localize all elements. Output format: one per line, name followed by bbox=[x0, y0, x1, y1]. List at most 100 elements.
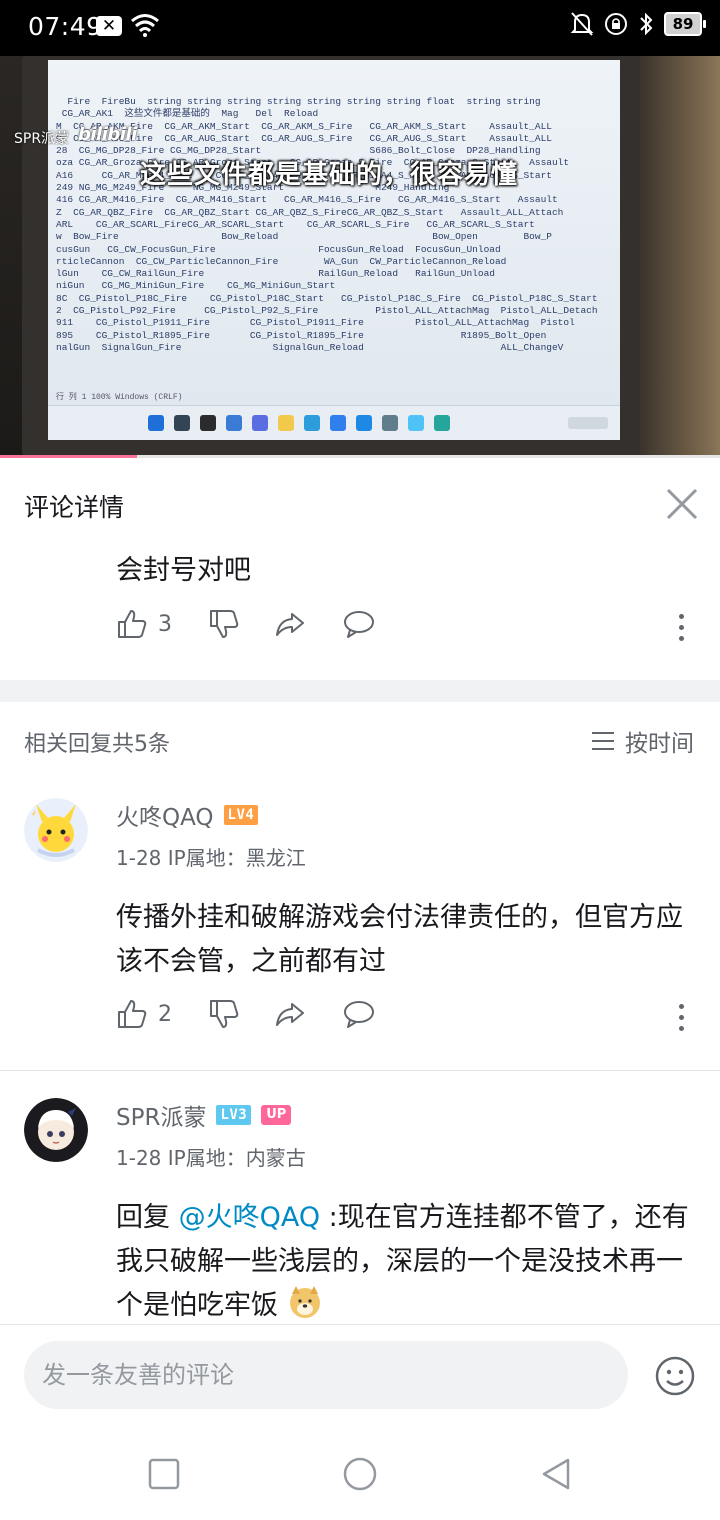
comment-icon bbox=[344, 1001, 374, 1028]
screen-text-line: G CG_AR_AUG_Fire CG_AR_AUG_Start CG_AR_A… bbox=[56, 132, 552, 144]
store-icon bbox=[330, 415, 346, 431]
emoji-icon[interactable] bbox=[654, 1355, 696, 1397]
pikachu-avatar-icon bbox=[24, 798, 88, 862]
screen-taskbar bbox=[48, 405, 620, 440]
clock-icon bbox=[568, 417, 608, 429]
wifi-icon bbox=[131, 14, 159, 37]
more-icon[interactable] bbox=[676, 1004, 686, 1032]
share-button[interactable] bbox=[274, 998, 306, 1030]
level-badge: LV3 bbox=[216, 1105, 252, 1125]
section-separator bbox=[0, 680, 720, 702]
root-comment-text: 会封号对吧 bbox=[116, 555, 251, 586]
reply-meta: 1-28 IP属地：黑龙江 bbox=[116, 842, 306, 871]
bilibili-logo: bilibili bbox=[78, 124, 137, 145]
page-title: 评论详情 bbox=[24, 493, 125, 522]
app-icon bbox=[408, 415, 424, 431]
replies-header: 相关回复共5条 按时间 bbox=[0, 702, 720, 778]
reply-date: 1-28 bbox=[116, 1146, 162, 1170]
reply-prefix: 回复 bbox=[116, 1202, 179, 1233]
username[interactable]: SPR派蒙 bbox=[116, 1098, 206, 1132]
dislike-button[interactable] bbox=[208, 608, 240, 640]
reply-button[interactable] bbox=[342, 998, 376, 1030]
screen-text-line: 895 CG_Pistol_R1895_Fire CG_Pistol_R1895… bbox=[56, 329, 547, 341]
screen-text-line: ARL CG_AR_SCARL_FireCG_AR_SCARL_Start CG… bbox=[56, 218, 535, 230]
close-icon[interactable] bbox=[664, 486, 700, 522]
screen-text-line: niGun CG_MG_MiniGun_Fire CG_MG_MiniGun_S… bbox=[56, 280, 336, 292]
like-button[interactable]: 3 bbox=[116, 608, 172, 640]
screen-text-line: cusGun CG_CW_FocusGun_Fire FocusGun_Relo… bbox=[56, 243, 501, 255]
back-icon[interactable] bbox=[538, 1456, 574, 1492]
app-icon bbox=[356, 415, 372, 431]
comment-composer: 发一条友善的评论 bbox=[0, 1324, 720, 1429]
comment-detail-header: 评论详情 bbox=[0, 458, 720, 549]
screen-text-line: Fire FireBu string string string string … bbox=[56, 96, 541, 107]
system-navigation-bar bbox=[0, 1428, 720, 1520]
status-time: 07:49 bbox=[28, 12, 103, 41]
like-count: 2 bbox=[158, 1001, 172, 1027]
avatar[interactable] bbox=[24, 1098, 88, 1162]
doge-emoji-icon bbox=[289, 1286, 320, 1318]
recent-apps-icon[interactable] bbox=[146, 1456, 182, 1492]
uploader-tag: SPR派蒙 bbox=[14, 131, 70, 147]
level-badge: LV4 bbox=[223, 805, 259, 825]
screen-text: Fire FireBu string string string string … bbox=[56, 96, 616, 354]
reply-text: 传播外挂和破解游戏会付法律责任的，但官方应该不会管，之前都有过 bbox=[116, 902, 683, 977]
root-comment: 会封号对吧 3 bbox=[0, 548, 720, 680]
sort-button[interactable]: 按时间 bbox=[591, 724, 694, 758]
reply-button[interactable] bbox=[342, 608, 376, 640]
mention-link[interactable]: @火咚QAQ bbox=[179, 1202, 321, 1233]
thumbs-up-icon bbox=[118, 1000, 147, 1028]
reply-ip: IP属地：内蒙古 bbox=[167, 1146, 306, 1170]
like-button[interactable]: 2 bbox=[116, 998, 172, 1030]
screen-text-line: 416 CG_AR_M416_Fire CG_AR_M416_Start CG_… bbox=[56, 194, 558, 206]
video-player[interactable]: Fire FireBu string string string string … bbox=[0, 56, 720, 458]
status-bar: 07:49 ✕ 89 bbox=[0, 0, 720, 56]
x-notification-icon: ✕ bbox=[96, 16, 122, 36]
comment-input[interactable]: 发一条友善的评论 bbox=[24, 1341, 628, 1409]
sort-icon bbox=[592, 732, 614, 750]
bell-muted-icon bbox=[570, 12, 594, 36]
screen-text-line: rticleCannon CG_CW_ParticleCannon_Fire W… bbox=[56, 255, 507, 267]
reply-date: 1-28 bbox=[116, 846, 162, 870]
monitor-screen: Fire FireBu string string string string … bbox=[48, 60, 620, 440]
taskview-icon bbox=[200, 415, 216, 431]
username[interactable]: 火咚QAQ bbox=[116, 798, 214, 832]
video-subtitle: 这些文件都是基础的，很容易懂 bbox=[140, 160, 519, 190]
divider bbox=[0, 1070, 720, 1071]
app-icon bbox=[434, 415, 450, 431]
edge-icon bbox=[304, 415, 320, 431]
screen-statusline: 行 列 1 100% Windows (CRLF) bbox=[56, 393, 183, 402]
screen-text-line: lGun CG_CW_RailGun_Fire RailGun_Reload R… bbox=[56, 268, 495, 280]
reply-item: 火咚QAQ LV4 1-28 IP属地：黑龙江 传播外挂和破解游戏会付法律责任的… bbox=[0, 798, 720, 1072]
reply-ip: IP属地：黑龙江 bbox=[167, 846, 306, 870]
up-badge: UP bbox=[261, 1105, 292, 1125]
battery-indicator: 89 bbox=[664, 12, 706, 36]
thumbs-up-icon bbox=[118, 610, 147, 638]
home-icon[interactable] bbox=[342, 1456, 378, 1492]
folder-icon bbox=[278, 415, 294, 431]
thumbs-down-icon bbox=[210, 610, 239, 638]
screen-text-line: 2 CG_Pistol_P92_Fire CG_Pistol_P92_S_Fir… bbox=[56, 305, 598, 317]
screen-text-line: 911 CG_Pistol_P1911_Fire CG_Pistol_P1911… bbox=[56, 317, 575, 329]
screen-text-line: Z CG_AR_QBZ_Fire CG_AR_QBZ_Start CG_AR_Q… bbox=[56, 206, 564, 218]
background-wall bbox=[640, 56, 720, 458]
share-button[interactable] bbox=[274, 608, 306, 640]
widgets-icon bbox=[226, 415, 242, 431]
more-icon[interactable] bbox=[676, 614, 686, 642]
share-icon bbox=[276, 1003, 304, 1026]
paimon-avatar-icon bbox=[24, 1098, 88, 1162]
reply-item: SPR派蒙 LV3 UP 1-28 IP属地：内蒙古 回复 @火咚QAQ :现在… bbox=[0, 1098, 720, 1324]
screen-text-line: M CG_AR_AKM_Fire CG_AR_AKM_Start CG_AR_A… bbox=[56, 120, 552, 132]
screen-text-line: w Bow_Fire Bow_Reload Bow_Open Bow_P bbox=[56, 231, 552, 243]
share-icon bbox=[276, 613, 304, 636]
reply-text: 回复 @火咚QAQ :现在官方连挂都不管了，还有我只破解一些浅层的，深层的一个是… bbox=[116, 1196, 700, 1328]
lock-rotation-icon bbox=[605, 13, 627, 35]
search-icon bbox=[174, 415, 190, 431]
screen-text-line: CG_AR_AK1 这些文件都是基础的 Mag Del Reload bbox=[56, 108, 319, 120]
dislike-button[interactable] bbox=[208, 998, 240, 1030]
avatar[interactable] bbox=[24, 798, 88, 862]
windows-start-icon bbox=[148, 415, 164, 431]
sort-label: 按时间 bbox=[625, 731, 694, 757]
username-row: SPR派蒙 LV3 UP bbox=[116, 1098, 292, 1132]
reply-actions: 2 bbox=[116, 998, 686, 1038]
